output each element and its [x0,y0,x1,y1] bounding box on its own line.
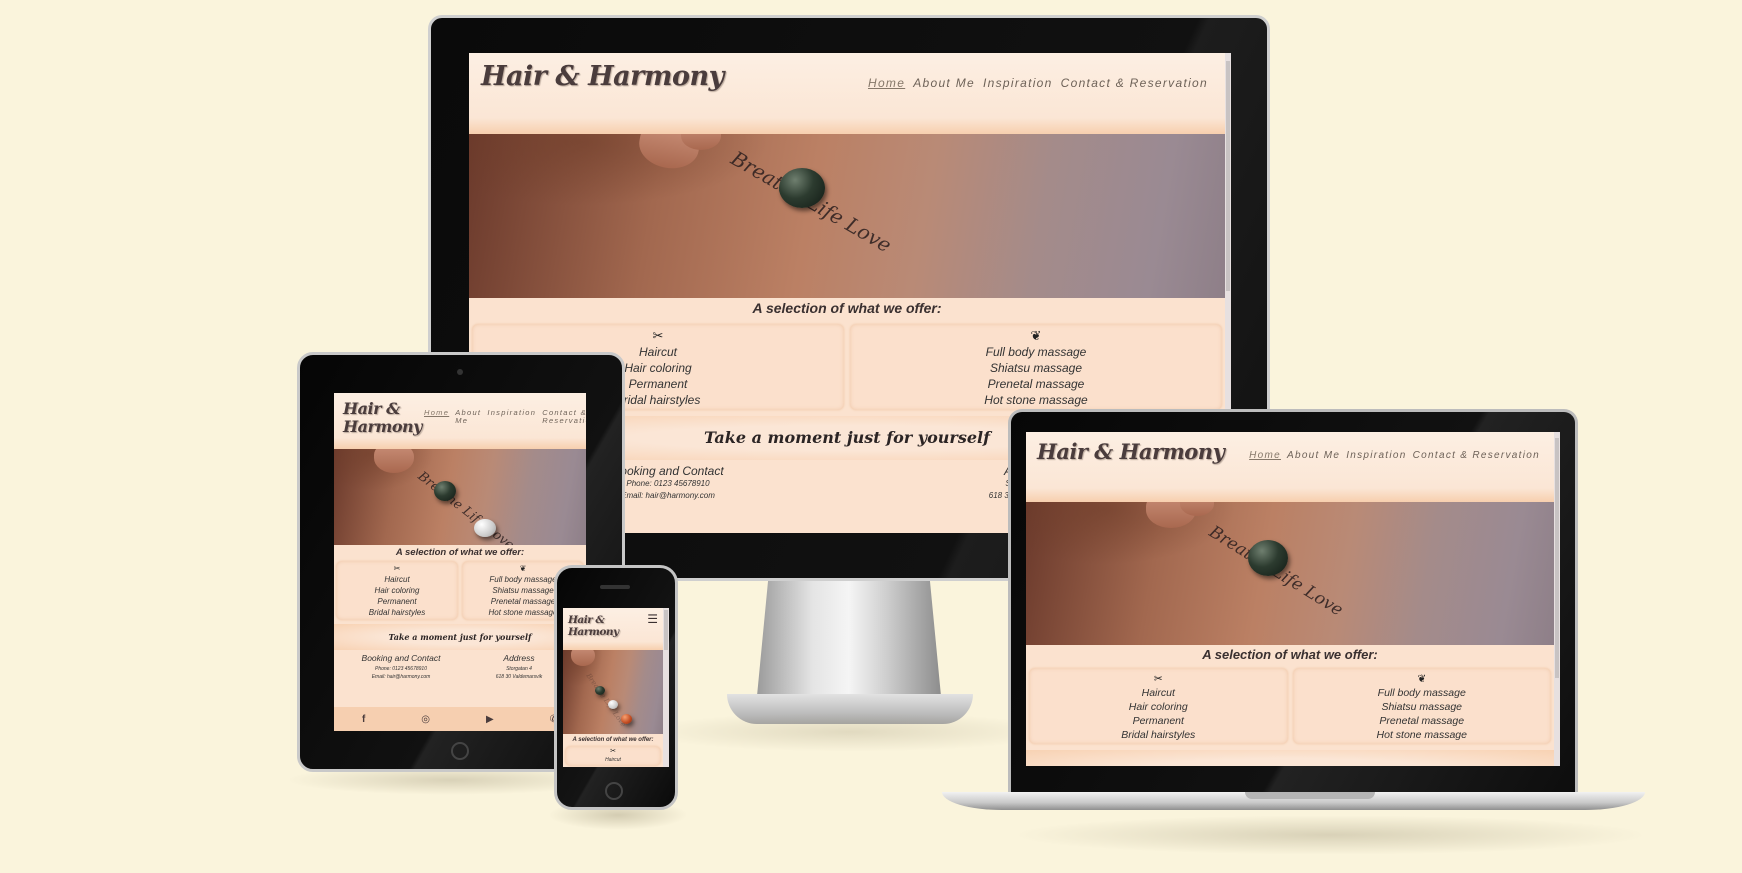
service-item: Shiatsu massage [989,361,1083,375]
youtube-icon[interactable]: ▶ [486,714,494,725]
tablet-screen: Hair & Harmony Home About Me Inspiration … [334,393,586,731]
main-nav: Home About Me Inspiration Contact & Rese… [868,76,1208,90]
main-nav: Home About Me Inspiration Contact & Reserv… [424,409,586,425]
tagline-band [1026,750,1554,766]
lotus-icon: ❦ [1030,328,1042,343]
site-logo[interactable]: Hair & Harmony [1037,439,1225,464]
laptop-scrollbar[interactable] [1554,432,1560,766]
phone-home-button[interactable] [605,782,623,800]
site-logo[interactable]: Hair & Harmony [481,61,724,92]
service-item: Prenetal massage [987,377,1085,391]
facebook-icon[interactable]: f [362,714,365,725]
massage-card: ❦ Full body massage Shiatsu massage Pren… [1292,668,1551,744]
nav-about[interactable]: About Me [1287,450,1340,461]
nav-home[interactable]: Home [424,409,449,425]
monitor-stand [757,581,941,696]
hair-card: ✂ Haircut [565,746,661,766]
hair-card: ✂ Haircut Hair coloring Permanent Bridal… [336,561,458,620]
tablet-home-button[interactable] [451,742,469,760]
site-logo[interactable]: Harmony [343,418,422,436]
site-logo[interactable]: Hair & [343,400,422,418]
nav-contact[interactable]: Contact & Reservation [1413,450,1540,461]
nav-home[interactable]: Home [868,76,905,90]
nav-inspiration[interactable]: Inspiration [1346,450,1406,461]
nav-about[interactable]: About Me [913,76,975,90]
scissors-icon: ✂ [610,748,616,755]
service-item: Hot stone massage [984,393,1088,407]
scissors-icon: ✂ [393,564,401,573]
hot-stone [779,168,825,208]
hero-image: Breathe Life Love [1026,502,1554,645]
site-logo[interactable]: Harmony [568,626,619,638]
laptop-screen: Hair & Harmony Home About Me Inspiration… [1026,432,1560,766]
offer-title: A selection of what we offer: [395,547,525,558]
tagline-band: Take a moment just for yourself [334,624,586,650]
hair-card: ✂ Haircut Hair coloring Permanent Bridal… [1029,668,1288,744]
phone-scrollbar[interactable] [663,608,669,767]
site-footer: f ◎ ▶ ✆ [334,707,586,731]
service-item: Full body massage [985,345,1087,359]
hero-image: Breathe Life Love [334,449,586,545]
lotus-icon: ❦ [1417,673,1427,685]
hero-image: Breathe Life Love [563,650,663,734]
nav-contact[interactable]: Contact & Reservation [1061,76,1208,90]
tablet-site: Hair & Harmony Home About Me Inspiration … [334,393,586,731]
nav-about[interactable]: About Me [455,409,481,425]
nav-inspiration[interactable]: Inspiration [983,76,1053,90]
offer-title: A selection of what we offer: [752,300,942,316]
scissors-icon: ✂ [1153,673,1163,685]
hamburger-menu-icon[interactable]: ☰ [647,612,658,626]
site-header: Hair & Harmony Home About Me Inspiration… [469,53,1225,134]
main-nav: Home About Me Inspiration Contact & Rese… [1249,450,1540,461]
scissors-icon: ✂ [652,328,664,343]
nav-contact[interactable]: Contact &Reservation [542,409,586,425]
instagram-icon[interactable]: ◎ [421,714,430,725]
nav-inspiration[interactable]: Inspiration [487,409,536,425]
nav-home[interactable]: Home [1249,450,1281,461]
offer-title: A selection of what we offer: [572,737,654,743]
hero-image: Breathe Life Love [469,134,1225,298]
site-logo[interactable]: Hair & [568,614,619,626]
offer-title: A selection of what we offer: [1202,647,1378,662]
massage-card: ❦ Full body massage Shiatsu massage Pren… [850,324,1222,410]
phone-screen: Hair & Harmony ☰ Breathe Life Love A sel… [563,608,669,767]
